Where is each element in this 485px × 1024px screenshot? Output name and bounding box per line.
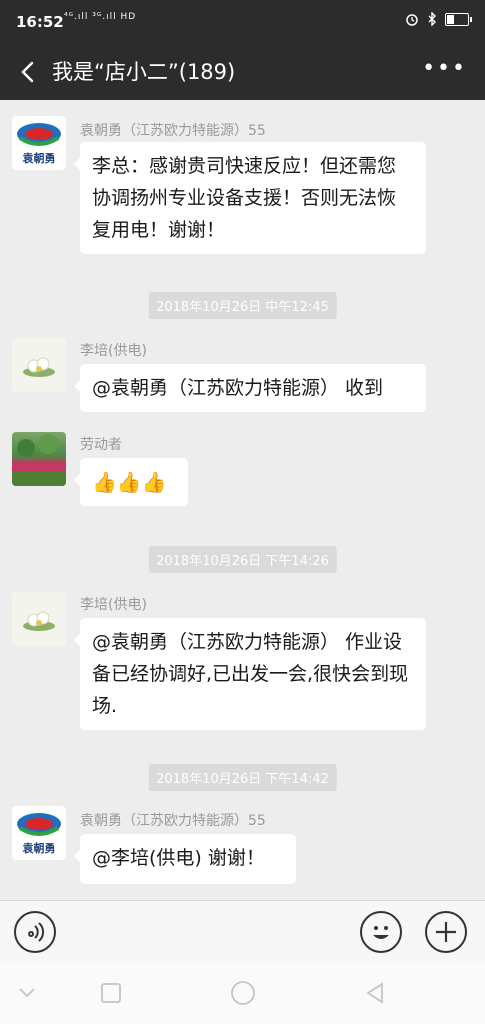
signal-indicator: ⁴ᴳ.ıll ³ᴳ.ıll HD: [64, 12, 137, 22]
avatar[interactable]: 袁朝勇: [12, 806, 66, 860]
sender-name: 袁朝勇（江苏欧力特能源）55: [80, 813, 266, 829]
more-icon[interactable]: •••: [422, 56, 467, 81]
chat-messages[interactable]: 袁朝勇 袁朝勇（江苏欧力特能源）55 李总：感谢贵司快速反应！但还需您协调扬州专…: [0, 100, 485, 900]
sender-name: 李培(供电): [80, 343, 147, 359]
message-bubble[interactable]: 👍👍👍: [74, 458, 188, 506]
emoji-icon[interactable]: [360, 911, 402, 953]
timestamp: 2018年10月26日 下午14:42: [148, 764, 337, 791]
nav-back-triangle-icon[interactable]: [364, 982, 386, 1004]
status-bar: 16:52 ⁴ᴳ.ıll ³ᴳ.ıll HD: [0, 0, 485, 44]
battery-icon: [445, 12, 472, 26]
flower-avatar-icon: [12, 338, 66, 392]
company-logo-icon: 袁朝勇: [17, 813, 61, 855]
sender-name: 袁朝勇（江苏欧力特能源）55: [80, 123, 266, 139]
chat-header: 我是“店小二”(189) •••: [0, 44, 485, 100]
nav-back-icon[interactable]: [18, 986, 36, 1000]
message-bubble[interactable]: @袁朝勇（江苏欧力特能源） 收到: [74, 364, 426, 412]
avatar[interactable]: [12, 592, 66, 646]
input-bar: [0, 900, 485, 963]
system-nav-bar: [0, 962, 485, 1024]
message-input[interactable]: [70, 911, 350, 953]
timestamp: 2018年10月26日 下午14:26: [148, 546, 337, 573]
avatar[interactable]: 袁朝勇: [12, 116, 66, 170]
plus-icon[interactable]: [425, 911, 467, 953]
chat-title: 我是“店小二”(189): [52, 60, 236, 84]
nav-home-icon[interactable]: [230, 980, 256, 1006]
flower-avatar-icon: [12, 592, 66, 646]
message-bubble[interactable]: 李总：感谢贵司快速反应！但还需您协调扬州专业设备支援！否则无法恢复用电！谢谢！: [74, 142, 426, 254]
sender-name: 劳动者: [80, 437, 122, 453]
svg-text:袁朝勇: 袁朝勇: [22, 841, 56, 855]
company-logo-icon: 袁朝勇: [17, 123, 61, 165]
message-bubble[interactable]: @李培(供电) 谢谢！: [74, 834, 296, 884]
status-time: 16:52: [16, 13, 64, 31]
message-bubble[interactable]: @袁朝勇（江苏欧力特能源） 作业设备已经协调好,已出发一会,很快会到现场.: [74, 618, 426, 730]
sender-name: 李培(供电): [80, 597, 147, 613]
back-icon[interactable]: [14, 58, 42, 86]
timestamp: 2018年10月26日 中午12:45: [148, 292, 337, 319]
bluetooth-icon: [428, 12, 436, 26]
alarm-icon: [406, 14, 418, 26]
avatar[interactable]: [12, 432, 66, 486]
svg-text:袁朝勇: 袁朝勇: [22, 151, 56, 165]
nav-recent-icon[interactable]: [100, 982, 122, 1004]
voice-icon[interactable]: [14, 911, 56, 953]
avatar[interactable]: [12, 338, 66, 392]
status-icons: [405, 12, 472, 26]
garden-avatar-icon: [12, 434, 66, 486]
